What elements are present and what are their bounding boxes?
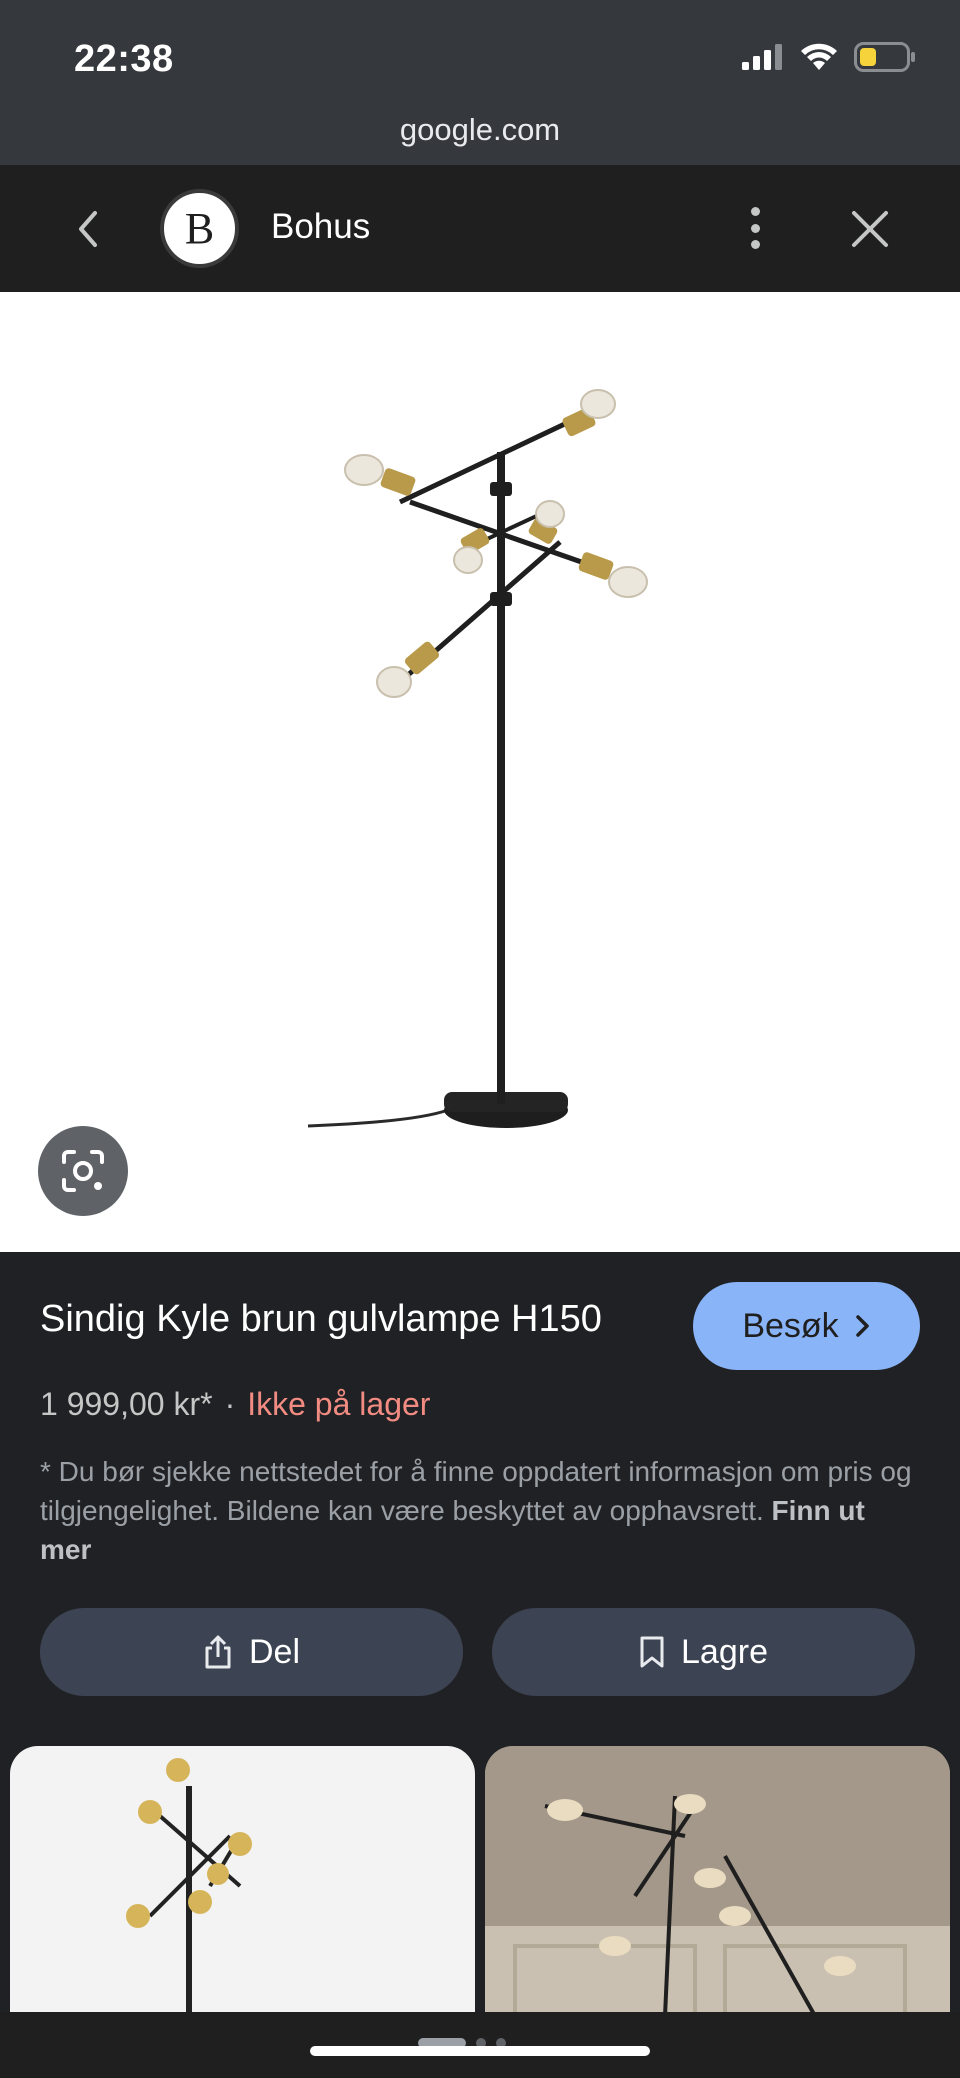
save-label: Lagre: [681, 1632, 768, 1671]
share-button[interactable]: Del: [40, 1608, 463, 1696]
more-vertical-icon: [750, 207, 760, 216]
more-options-button[interactable]: [740, 203, 770, 253]
status-icons: [742, 42, 916, 72]
site-logo[interactable]: B: [160, 189, 239, 268]
save-button[interactable]: Lagre: [492, 1608, 915, 1696]
back-arrow-icon: [79, 211, 97, 247]
related-image-thumbnail[interactable]: [485, 1746, 950, 2016]
back-button[interactable]: [66, 207, 110, 251]
close-icon: [852, 211, 888, 247]
lens-icon: [62, 1150, 104, 1192]
chevron-right-icon: [855, 1315, 869, 1337]
visit-button[interactable]: Besøk: [693, 1282, 920, 1370]
product-title: Sindig Kyle brun gulvlampe H150: [40, 1298, 602, 1340]
stock-status: Ikke på lager: [247, 1386, 431, 1422]
wifi-icon: [801, 43, 837, 70]
battery-icon: [854, 42, 915, 72]
price: 1 999,00 kr*: [40, 1386, 213, 1422]
close-button[interactable]: [848, 207, 892, 251]
url-label[interactable]: google.com: [0, 112, 960, 148]
status-time: 22:38: [74, 38, 174, 80]
bookmark-icon: [640, 1636, 664, 1668]
disclaimer: * Du bør sjekke nettstedet for å finne o…: [40, 1452, 920, 1569]
share-icon: [205, 1635, 231, 1669]
share-label: Del: [248, 1632, 301, 1671]
google-lens-button[interactable]: [38, 1126, 128, 1216]
signal-icon: [742, 44, 782, 70]
product-image[interactable]: [0, 292, 960, 1252]
status-bar: 22:38: [0, 0, 960, 120]
site-header: B Bohus: [0, 165, 960, 292]
home-indicator[interactable]: [310, 2046, 650, 2056]
related-image-thumbnail[interactable]: [10, 1746, 475, 2016]
room-thumbnail-image: [485, 1746, 950, 2016]
price-row: 1 999,00 kr* · Ikke på lager: [40, 1386, 430, 1423]
lamp-thumbnail-image: [126, 1758, 252, 2016]
floor-lamp-image: [307, 389, 648, 1128]
logo-letter: B: [184, 203, 215, 253]
separator-dot: ·: [224, 1386, 236, 1422]
visit-label: Besøk: [742, 1306, 839, 1345]
site-name[interactable]: Bohus: [271, 207, 370, 247]
